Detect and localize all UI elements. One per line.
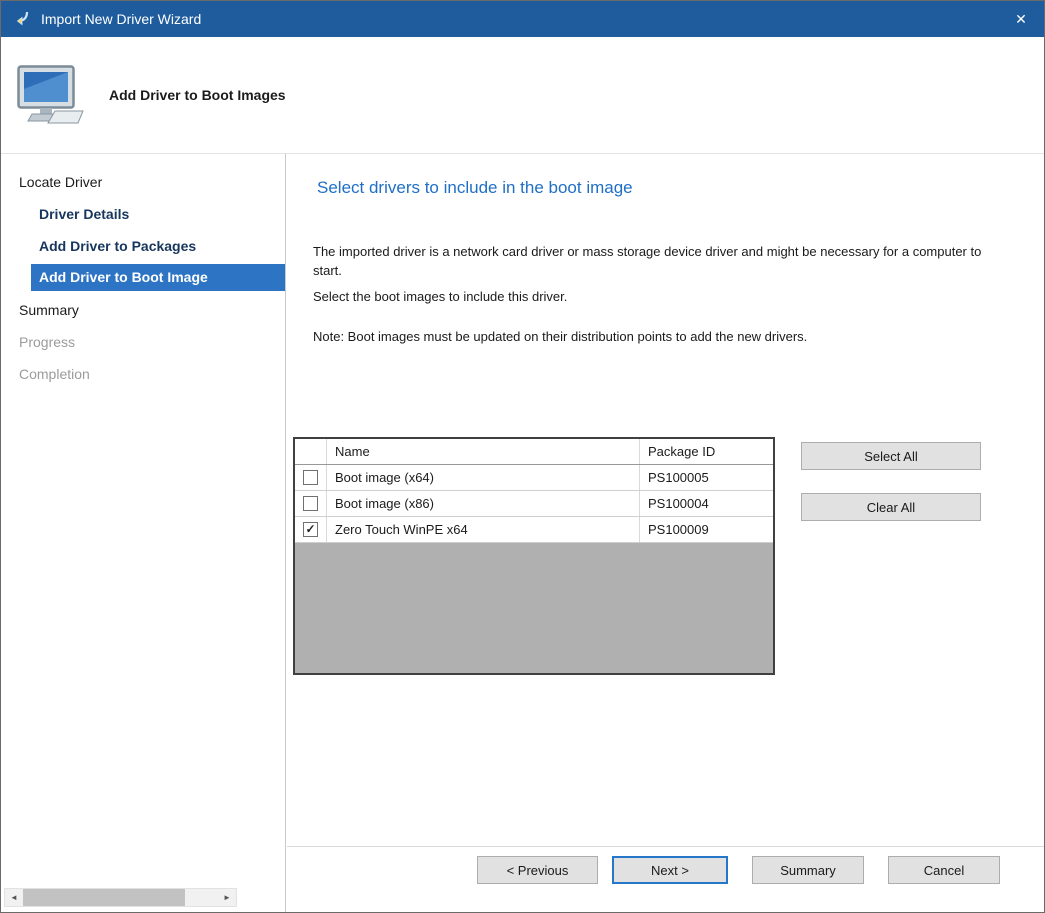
table-row[interactable]: Boot image (x86) PS100004 (295, 491, 773, 517)
content-area: Locate Driver Driver Details Add Driver … (1, 153, 1044, 912)
boot-image-name: Zero Touch WinPE x64 (327, 517, 640, 542)
table-header-row: Name Package ID (295, 439, 773, 465)
wizard-icon (13, 10, 31, 28)
step-completion: Completion (1, 358, 285, 390)
wizard-header: Add Driver to Boot Images (1, 37, 1044, 153)
wizard-steps-sidebar: Locate Driver Driver Details Add Driver … (1, 154, 286, 912)
cancel-button[interactable]: Cancel (888, 856, 1000, 884)
boot-image-checkbox[interactable] (303, 470, 318, 485)
table-row[interactable]: ✓ Zero Touch WinPE x64 PS100009 (295, 517, 773, 543)
boot-image-checkbox[interactable]: ✓ (303, 522, 318, 537)
step-progress: Progress (1, 326, 285, 358)
column-header-package-id[interactable]: Package ID (640, 439, 773, 464)
scroll-left-icon[interactable]: ◄ (5, 889, 23, 906)
package-id: PS100009 (640, 517, 773, 542)
boot-image-name: Boot image (x86) (327, 491, 640, 516)
package-id: PS100005 (640, 465, 773, 490)
step-add-driver-to-boot-image[interactable]: Add Driver to Boot Image (31, 264, 285, 291)
scroll-right-icon[interactable]: ► (218, 889, 236, 906)
boot-image-name: Boot image (x64) (327, 465, 640, 490)
step-locate-driver[interactable]: Locate Driver (1, 166, 285, 198)
table-row[interactable]: Boot image (x64) PS100005 (295, 465, 773, 491)
table-empty-area (295, 543, 773, 673)
page-heading: Select drivers to include in the boot im… (317, 178, 633, 198)
window-title: Import New Driver Wizard (41, 11, 998, 27)
package-id: PS100004 (640, 491, 773, 516)
summary-button[interactable]: Summary (752, 856, 864, 884)
sidebar-horizontal-scrollbar[interactable]: ◄ ► (4, 888, 237, 907)
footer-buttons: < Previous Next > Summary Cancel (477, 856, 1000, 884)
instruction-text: Select the boot images to include this d… (313, 287, 989, 306)
boot-image-checkbox[interactable] (303, 496, 318, 511)
checkbox-column-header (295, 439, 327, 464)
previous-button[interactable]: < Previous (477, 856, 598, 884)
footer-divider (287, 846, 1044, 847)
close-icon[interactable]: ✕ (998, 1, 1044, 37)
boot-images-table: Name Package ID Boot image (x64) PS10000… (293, 437, 775, 675)
note-text: Note: Boot images must be updated on the… (313, 327, 989, 346)
step-driver-details[interactable]: Driver Details (1, 198, 285, 230)
step-summary[interactable]: Summary (1, 294, 285, 326)
main-panel: Select drivers to include in the boot im… (287, 154, 1044, 912)
next-button[interactable]: Next > (612, 856, 728, 884)
page-title: Add Driver to Boot Images (109, 87, 286, 103)
column-header-name[interactable]: Name (327, 439, 640, 464)
select-all-button[interactable]: Select All (801, 442, 981, 470)
computer-icon (17, 65, 85, 125)
description-text: The imported driver is a network card dr… (313, 242, 989, 280)
scrollbar-track[interactable] (23, 889, 218, 906)
import-driver-wizard-window: Import New Driver Wizard ✕ Add Driver to… (0, 0, 1045, 913)
scrollbar-thumb[interactable] (23, 889, 185, 906)
step-add-driver-to-packages[interactable]: Add Driver to Packages (1, 230, 285, 262)
clear-all-button[interactable]: Clear All (801, 493, 981, 521)
titlebar: Import New Driver Wizard ✕ (1, 1, 1044, 37)
